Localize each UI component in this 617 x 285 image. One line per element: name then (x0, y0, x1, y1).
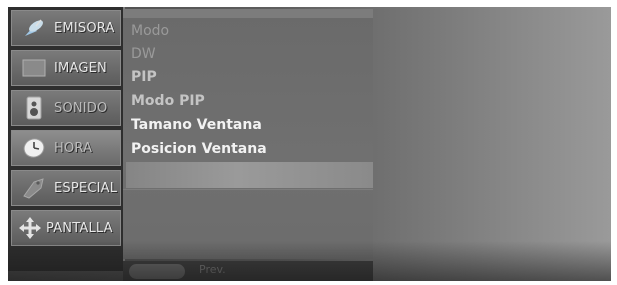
sidebar-item-imagen[interactable]: IMAGEN (11, 50, 121, 86)
sidebar-item-label: PANTALLA (46, 220, 113, 236)
sidebar-item-label: EMISORA (54, 20, 115, 36)
divider (123, 189, 373, 190)
menu-item-modo-pip[interactable]: Modo PIP (131, 90, 205, 112)
sidebar-item-pantalla[interactable]: PANTALLA (11, 210, 121, 246)
submenu-panel: Modo DW PIP Modo PIP Tamano Ventana Posi… (123, 9, 373, 259)
tv-screen: EMISORA IMAGEN SONIDO HORA ESPECIAL PANT… (8, 7, 611, 281)
selection-highlight (126, 162, 373, 188)
menu-item-tamano-ventana[interactable]: Tamano Ventana (131, 114, 262, 136)
menu-item-dw[interactable]: DW (131, 43, 156, 65)
sidebar-item-emisora[interactable]: EMISORA (11, 10, 121, 46)
menu-item-pip[interactable]: PIP (131, 66, 157, 88)
footer-bar: Prev. (123, 261, 373, 281)
menu-item-modo[interactable]: Modo (131, 20, 169, 42)
sidebar-item-hora[interactable]: HORA (11, 130, 121, 166)
sidebar-item-especial[interactable]: ESPECIAL (11, 170, 121, 206)
menu-item-posicion-ventana[interactable]: Posicion Ventana (131, 138, 267, 160)
sidebar-item-label: SONIDO (54, 100, 108, 116)
sidebar-item-sonido[interactable]: SONIDO (11, 90, 121, 126)
satellite-icon (20, 16, 48, 40)
speaker-icon (20, 96, 48, 120)
move-arrows-icon (16, 216, 44, 240)
prev-button[interactable] (129, 264, 185, 279)
main-menu-sidebar: EMISORA IMAGEN SONIDO HORA ESPECIAL PANT… (8, 7, 123, 271)
sidebar-item-label: ESPECIAL (54, 180, 118, 196)
sidebar-item-label: IMAGEN (54, 60, 107, 76)
tag-icon (20, 176, 48, 200)
sidebar-item-label: HORA (54, 140, 93, 156)
prev-label: Prev. (199, 263, 226, 276)
clock-icon (20, 136, 48, 160)
picture-icon (20, 56, 48, 80)
submenu-header-strip (123, 9, 373, 18)
